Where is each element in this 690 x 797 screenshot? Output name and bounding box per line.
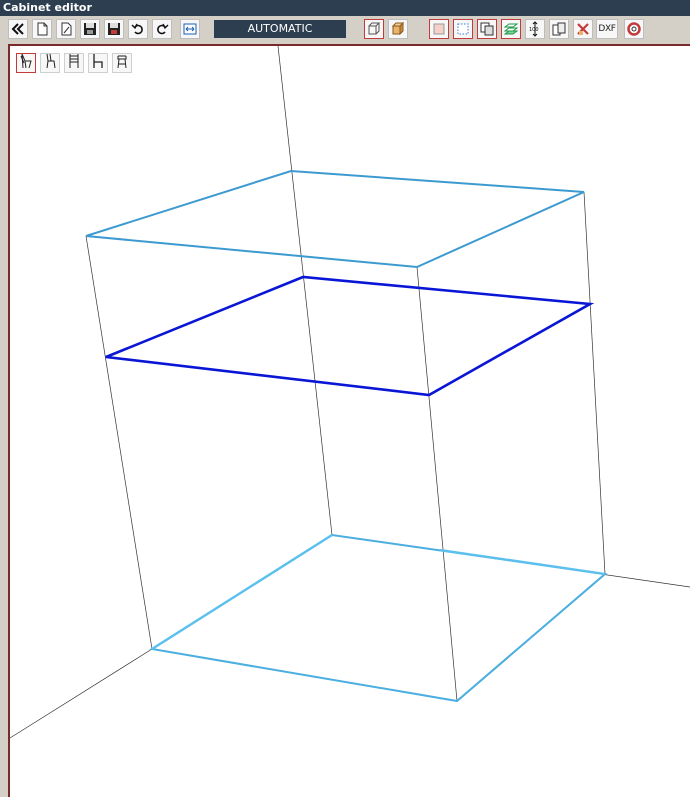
chair-front-icon xyxy=(67,53,81,73)
duplicate-icon xyxy=(552,22,566,36)
lifebuoy-icon xyxy=(627,22,641,36)
dotted-panel-button[interactable] xyxy=(453,19,473,39)
chair-side-icon xyxy=(43,53,57,73)
save-button[interactable] xyxy=(80,19,100,39)
dxf-icon: DXF xyxy=(598,24,616,34)
floppy-disk-red-icon xyxy=(107,22,121,36)
view-preset-5[interactable] xyxy=(112,53,132,73)
fit-view-button[interactable] xyxy=(180,19,200,39)
toolbar: AUTOMATIC 100 DXF xyxy=(0,16,690,43)
view-preset-4[interactable] xyxy=(88,53,108,73)
undo-button[interactable] xyxy=(128,19,148,39)
dotted-panel-icon xyxy=(456,22,470,36)
cabinet-scene[interactable] xyxy=(10,46,690,797)
cabinet-edge-back-right xyxy=(583,191,606,575)
open-document-icon xyxy=(59,22,73,36)
chair-perspective-icon xyxy=(19,53,33,73)
view-preset-2[interactable] xyxy=(40,53,60,73)
undo-icon xyxy=(131,22,145,36)
chair-profile-icon xyxy=(91,53,105,73)
vertical-axis-line xyxy=(277,46,333,536)
copy-panel-icon xyxy=(480,22,494,36)
wireframe-view-button[interactable] xyxy=(364,19,384,39)
dimension-value: 100 xyxy=(529,27,539,33)
collapse-button[interactable] xyxy=(8,19,28,39)
save-as-button[interactable] xyxy=(104,19,124,39)
redo-button[interactable] xyxy=(152,19,172,39)
view-preset-3[interactable] xyxy=(64,53,84,73)
panel-icon xyxy=(432,22,446,36)
bottom-panel-left-edge xyxy=(151,533,333,651)
dimension-button[interactable]: 100 xyxy=(525,19,545,39)
vertical-dimension-icon: 100 xyxy=(528,21,542,37)
bottom-panel-back-edge xyxy=(439,548,606,576)
copy-panel-button[interactable] xyxy=(477,19,497,39)
mode-display[interactable]: AUTOMATIC xyxy=(214,20,346,38)
bottom-panel-outline[interactable] xyxy=(149,533,608,703)
floppy-disk-icon xyxy=(83,22,97,36)
new-button[interactable] xyxy=(32,19,52,39)
layers-button[interactable] xyxy=(501,19,521,39)
solid-view-button[interactable] xyxy=(388,19,408,39)
3d-viewport[interactable] xyxy=(8,44,690,797)
double-chevron-left-icon xyxy=(11,22,25,36)
cabinet-editor-window: Cabinet editor AUTOMATIC 100 DXF xyxy=(0,0,690,797)
panel-button[interactable] xyxy=(429,19,449,39)
cabinet-edge-front-right xyxy=(416,266,458,702)
redo-icon xyxy=(155,22,169,36)
help-button[interactable] xyxy=(624,19,644,39)
delete-tool-button[interactable] xyxy=(573,19,593,39)
open-button[interactable] xyxy=(56,19,76,39)
stool-icon xyxy=(115,53,129,73)
wireframe-box-icon xyxy=(367,22,381,36)
top-panel-outline[interactable] xyxy=(85,169,585,269)
layers-icon xyxy=(504,22,518,36)
dxf-export-button[interactable]: DXF xyxy=(596,19,618,39)
new-document-icon xyxy=(35,22,49,36)
cabinet-edge-front-left xyxy=(85,235,153,650)
delete-tool-icon xyxy=(576,22,590,36)
z-axis-line xyxy=(10,648,153,739)
duplicate-button[interactable] xyxy=(549,19,569,39)
solid-box-icon xyxy=(391,22,405,36)
selected-shelf-outline[interactable] xyxy=(105,275,595,397)
window-title: Cabinet editor xyxy=(0,0,690,16)
view-preset-1[interactable] xyxy=(16,53,36,73)
fit-width-icon xyxy=(183,22,197,36)
